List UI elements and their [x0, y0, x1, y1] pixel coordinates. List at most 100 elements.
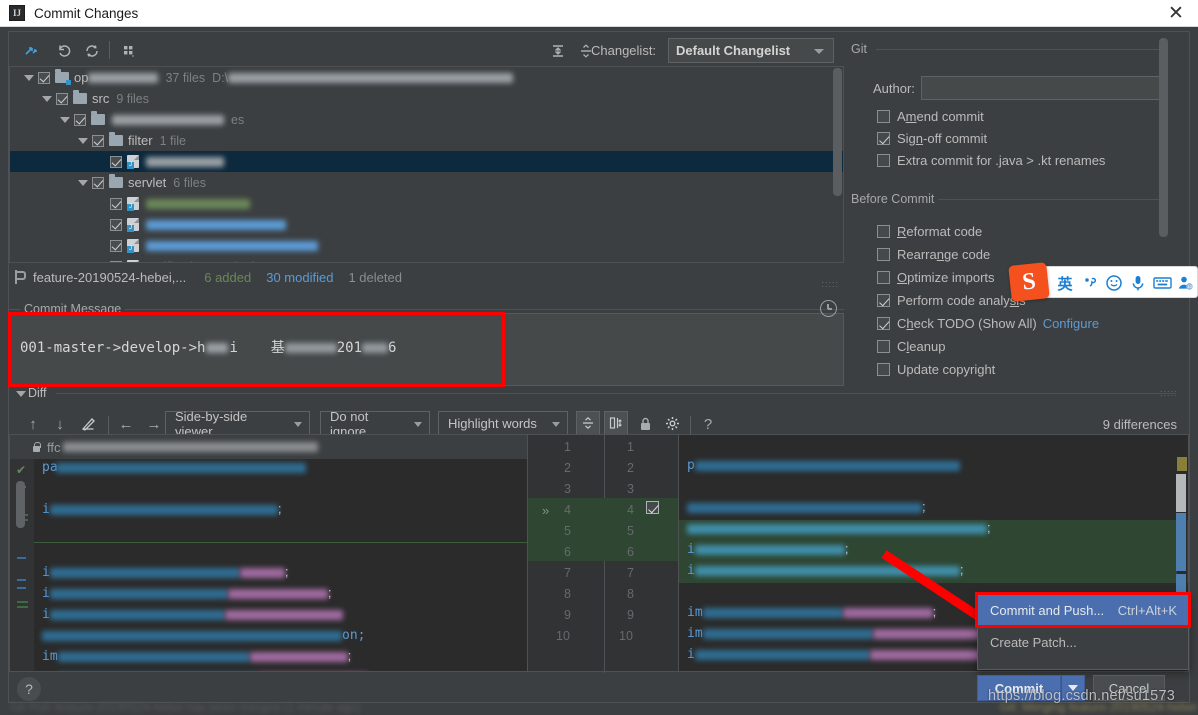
gear-icon[interactable] — [662, 413, 684, 435]
diff-right-scroll-thumb[interactable] — [1176, 474, 1186, 512]
ignore-mode-dropdown[interactable]: Do not ignore — [320, 411, 430, 436]
help-button[interactable]: ? — [17, 677, 41, 701]
diff-left-pane[interactable]: ffc ✔ pa i; i; i; — [9, 434, 528, 672]
punctuation-mode-icon[interactable] — [1080, 273, 1100, 293]
sign-off-commit-label: Sign-off commit — [897, 131, 987, 146]
rearrange-code-checkbox[interactable]: Rearrange code — [877, 247, 990, 262]
tree-row-checkbox[interactable] — [74, 114, 86, 126]
redacted-name — [146, 157, 224, 167]
collapse-unchanged-icon[interactable] — [576, 411, 600, 435]
chevron-down-icon[interactable] — [78, 180, 88, 186]
folder-icon — [109, 135, 123, 146]
menu-item-create-patch[interactable]: Create Patch... — [978, 627, 1188, 658]
tree-row-path: D:\ — [212, 71, 228, 85]
highlight-mode-dropdown[interactable]: Highlight words — [438, 411, 568, 436]
split-view-icon[interactable] — [604, 411, 628, 435]
shelve-icon[interactable] — [20, 40, 42, 62]
resize-grip[interactable]: ::::: — [821, 279, 839, 289]
revert-icon[interactable] — [53, 40, 75, 62]
diff-resize-grip[interactable]: ::::: — [1160, 388, 1178, 398]
sogou-logo-icon[interactable]: S — [1008, 262, 1050, 302]
extra-commit-renames-checkbox[interactable]: Extra commit for .java > .kt renames — [877, 153, 1105, 168]
tree-row-checkbox[interactable] — [110, 156, 122, 168]
previous-file-icon[interactable]: ← — [115, 413, 137, 435]
commit-options-menu[interactable]: Commit and Push... Ctrl+Alt+K Create Pat… — [977, 594, 1189, 670]
tree-row-meta: 9 files — [116, 92, 149, 106]
tree-row[interactable] — [10, 214, 843, 235]
tree-row[interactable]: src9 files — [10, 88, 843, 109]
configure-link[interactable]: Configure — [1043, 316, 1099, 331]
menu-item-label: Create Patch... — [990, 635, 1077, 650]
tree-row-checkbox[interactable] — [92, 135, 104, 147]
changelist-dropdown[interactable]: Default Changelist — [668, 38, 834, 63]
diff-left-scrollbar[interactable] — [16, 481, 25, 528]
author-field[interactable] — [921, 76, 1160, 100]
menu-item-commit-and-push[interactable]: Commit and Push... Ctrl+Alt+K — [978, 595, 1188, 626]
diff-gutter-columns[interactable]: 11 22 33 »44 55 66 77 88 99 1010 — [528, 434, 678, 672]
tree-row[interactable]: op37 filesD:\ — [10, 67, 843, 88]
tree-row-checkbox[interactable] — [110, 219, 122, 231]
close-icon[interactable]: ✕ — [1154, 0, 1198, 27]
redacted-name — [146, 199, 250, 209]
perform-code-analysis-checkbox[interactable]: Perform code analysis — [877, 293, 1026, 308]
diff-help-icon[interactable]: ? — [697, 413, 719, 435]
clock-icon[interactable] — [820, 300, 837, 317]
chevron-down-icon[interactable] — [24, 75, 34, 81]
refresh-icon[interactable] — [81, 40, 103, 62]
language-mode-icon[interactable]: 英 — [1055, 273, 1075, 293]
diff-left-file-header: ffc — [10, 435, 527, 459]
redacted-name — [88, 73, 158, 83]
tree-indent-spacer — [96, 243, 106, 249]
tree-row[interactable]: filter1 file — [10, 130, 843, 151]
sign-off-commit-checkbox[interactable]: Sign-off commit — [877, 131, 987, 146]
group-by-icon[interactable] — [118, 40, 140, 62]
pencil-icon[interactable] — [77, 413, 99, 435]
folder-icon — [109, 177, 123, 188]
emoji-icon[interactable] — [1104, 273, 1124, 293]
amend-commit-checkbox[interactable]: Amend commit — [877, 109, 984, 124]
tree-row[interactable] — [10, 151, 843, 172]
options-scrollbar[interactable] — [1159, 38, 1168, 237]
commit-message-input[interactable]: 001-master->develop->hi 基2016 — [9, 313, 844, 386]
reformat-code-checkbox[interactable]: Reformat code — [877, 224, 982, 239]
next-file-icon[interactable]: → — [143, 413, 165, 435]
update-copyright-checkbox[interactable]: Update copyright — [877, 362, 995, 377]
chevron-down-icon[interactable] — [78, 138, 88, 144]
previous-difference-icon[interactable]: ↑ — [22, 413, 44, 435]
tree-scrollbar[interactable] — [833, 68, 842, 196]
cleanup-checkbox[interactable]: Cleanup — [877, 339, 945, 354]
optimize-imports-checkbox[interactable]: Optimize imports — [877, 270, 995, 285]
changed-files-tree[interactable]: op37 filesD:\src9 filesesfilter1 file ser… — [9, 66, 844, 263]
tree-row-checkbox[interactable] — [56, 93, 68, 105]
expand-all-icon[interactable] — [547, 40, 569, 62]
tree-row[interactable]: es — [10, 109, 843, 130]
tree-row[interactable] — [10, 235, 843, 256]
diff-collapse-icon[interactable] — [16, 391, 26, 397]
tree-row-name: op — [74, 70, 88, 85]
intellij-idea-icon: IJ — [9, 5, 25, 21]
tree-row-checkbox[interactable] — [110, 240, 122, 252]
voice-input-icon[interactable] — [1128, 273, 1148, 293]
lock-icon[interactable] — [634, 413, 656, 435]
chevron-down-icon[interactable] — [60, 117, 70, 123]
viewer-mode-dropdown[interactable]: Side-by-side viewer — [165, 411, 310, 436]
user-center-icon[interactable]: 14 — [1175, 273, 1195, 293]
sogou-ime-toolbar[interactable]: S 英 14 — [1013, 266, 1198, 298]
checkbox-box — [877, 271, 890, 284]
next-difference-icon[interactable]: ↓ — [49, 413, 71, 435]
optimize-imports-label: Optimize imports — [897, 270, 995, 285]
tree-row-checkbox[interactable] — [110, 261, 122, 264]
soft-keyboard-icon[interactable] — [1152, 273, 1172, 293]
check-todo-checkbox[interactable]: Check TODO (Show All) Configure — [877, 316, 1099, 331]
java-file-icon — [127, 197, 139, 210]
changelist-label: Changelist: — [591, 43, 656, 58]
chevron-down-icon[interactable] — [42, 96, 52, 102]
accept-change-checkbox[interactable] — [646, 501, 659, 514]
tree-row[interactable]: servlet6 files — [10, 172, 843, 193]
tree-row-checkbox[interactable] — [110, 198, 122, 210]
tree-row[interactable] — [10, 193, 843, 214]
tree-row-checkbox[interactable] — [38, 72, 50, 84]
tree-row-checkbox[interactable] — [92, 177, 104, 189]
tree-row[interactable]: VerificationServlet.java — [10, 256, 843, 263]
svg-text:14: 14 — [1186, 284, 1191, 289]
